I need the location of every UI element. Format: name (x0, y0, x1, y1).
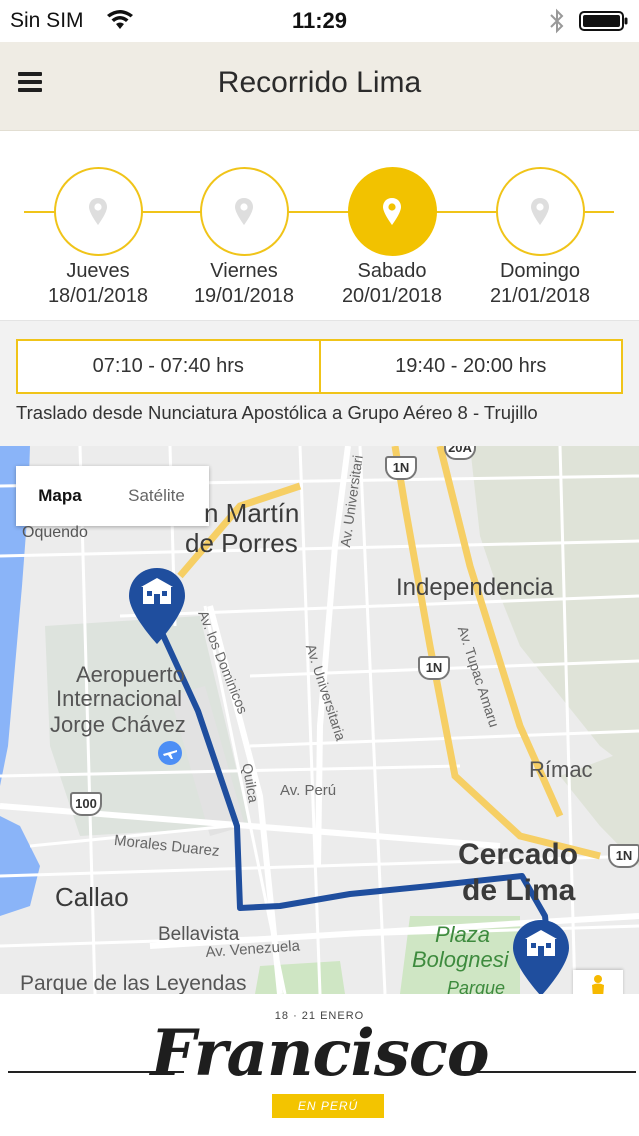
map-label-av-peru: Av. Perú (280, 782, 337, 799)
day-circle[interactable] (199, 167, 289, 256)
clock: 11:29 (291, 8, 348, 33)
status-bar: Sin SIM 11:29 (0, 0, 639, 42)
logo-badge: EN PERÚ (272, 1094, 384, 1118)
map-type-map-button[interactable]: Mapa (16, 466, 104, 526)
pegman-icon (592, 975, 604, 994)
location-pin-icon (235, 197, 253, 225)
route-shield-1n: 1N (385, 456, 417, 480)
route-description: Traslado desde Nunciatura Apostólica a G… (16, 402, 538, 423)
day-date: 19/01/2018 (193, 285, 295, 307)
day-name: Viernes (210, 260, 278, 282)
location-pin-icon (89, 197, 107, 225)
battery-icon (579, 11, 628, 31)
location-pin-icon (531, 197, 549, 225)
map-label-parque: Parque (447, 978, 506, 994)
day-circle[interactable] (53, 167, 143, 256)
map-label-rimac: Rímac (529, 757, 593, 782)
page-title: Recorrido Lima (217, 66, 422, 99)
map-view[interactable]: Mapa Satélite n Martín de Porres Oquendo… (0, 446, 639, 994)
day-item-sabado[interactable]: Sabado 20/01/2018 (317, 167, 467, 309)
map-type-satellite-button[interactable]: Satélite (104, 466, 209, 526)
street-view-button[interactable] (573, 970, 623, 994)
time-slot-evening: 19:40 - 20:00 hrs (318, 341, 622, 392)
map-label-parque-leyendas: Parque de las Leyendas (20, 972, 247, 994)
schedule-panel: 07:10 - 07:40 hrs 19:40 - 20:00 hrs Tras… (0, 320, 639, 446)
route-shield-100: 100 (70, 792, 102, 816)
location-marker-icon[interactable] (127, 566, 187, 646)
day-circle-active[interactable] (347, 167, 437, 256)
day-circle[interactable] (495, 167, 585, 256)
day-item-domingo[interactable]: Domingo 21/01/2018 (465, 167, 615, 309)
map-label-cercado: Cercado (458, 838, 579, 871)
map-label-bolognesi: Bolognesi (412, 947, 509, 972)
time-slots: 07:10 - 07:40 hrs 19:40 - 20:00 hrs (16, 339, 623, 394)
map-label-oquendo: Oquendo (22, 524, 88, 541)
map-label-callao: Callao (55, 882, 129, 912)
map-label-aeropuerto: Aeropuerto (76, 662, 185, 687)
map-label-internacional: Internacional (56, 686, 182, 711)
map-label-jorge-chavez: Jorge Chávez (50, 712, 186, 737)
footer-logo-area: 18 · 21 ENERO Francisco EN PERÚ (0, 994, 639, 1136)
route-shield-1n: 1N (418, 656, 450, 680)
map-label-san-martin: n Martín (204, 498, 300, 528)
map-label-independencia: Independencia (396, 574, 554, 601)
day-item-jueves[interactable]: Jueves 18/01/2018 (23, 167, 173, 309)
map-label-plaza: Plaza (435, 922, 491, 947)
map-label-de-lima: de Lima (462, 874, 576, 907)
map-label-de-porres: de Porres (185, 528, 298, 558)
day-name: Jueves (66, 260, 130, 282)
day-date: 18/01/2018 (47, 285, 149, 307)
day-date: 21/01/2018 (489, 285, 591, 307)
location-marker-icon[interactable] (511, 918, 571, 994)
airport-icon (158, 741, 182, 765)
bluetooth-icon (550, 8, 564, 34)
day-name: Sabado (357, 260, 427, 282)
day-date: 20/01/2018 (341, 285, 443, 307)
route-shield-1n: 1N (608, 844, 639, 868)
day-name: Domingo (499, 260, 581, 282)
nav-bar: Recorrido Lima (0, 42, 639, 131)
time-slot-morning: 07:10 - 07:40 hrs (92, 355, 244, 377)
location-pin-icon (383, 197, 401, 225)
logo-wordmark: Francisco (150, 1016, 490, 1091)
day-item-viernes[interactable]: Viernes 19/01/2018 (169, 167, 319, 309)
day-selector: Jueves 18/01/2018 Viernes 19/01/2018 Sab… (0, 131, 639, 320)
map-type-toggle: Mapa Satélite (16, 466, 209, 526)
